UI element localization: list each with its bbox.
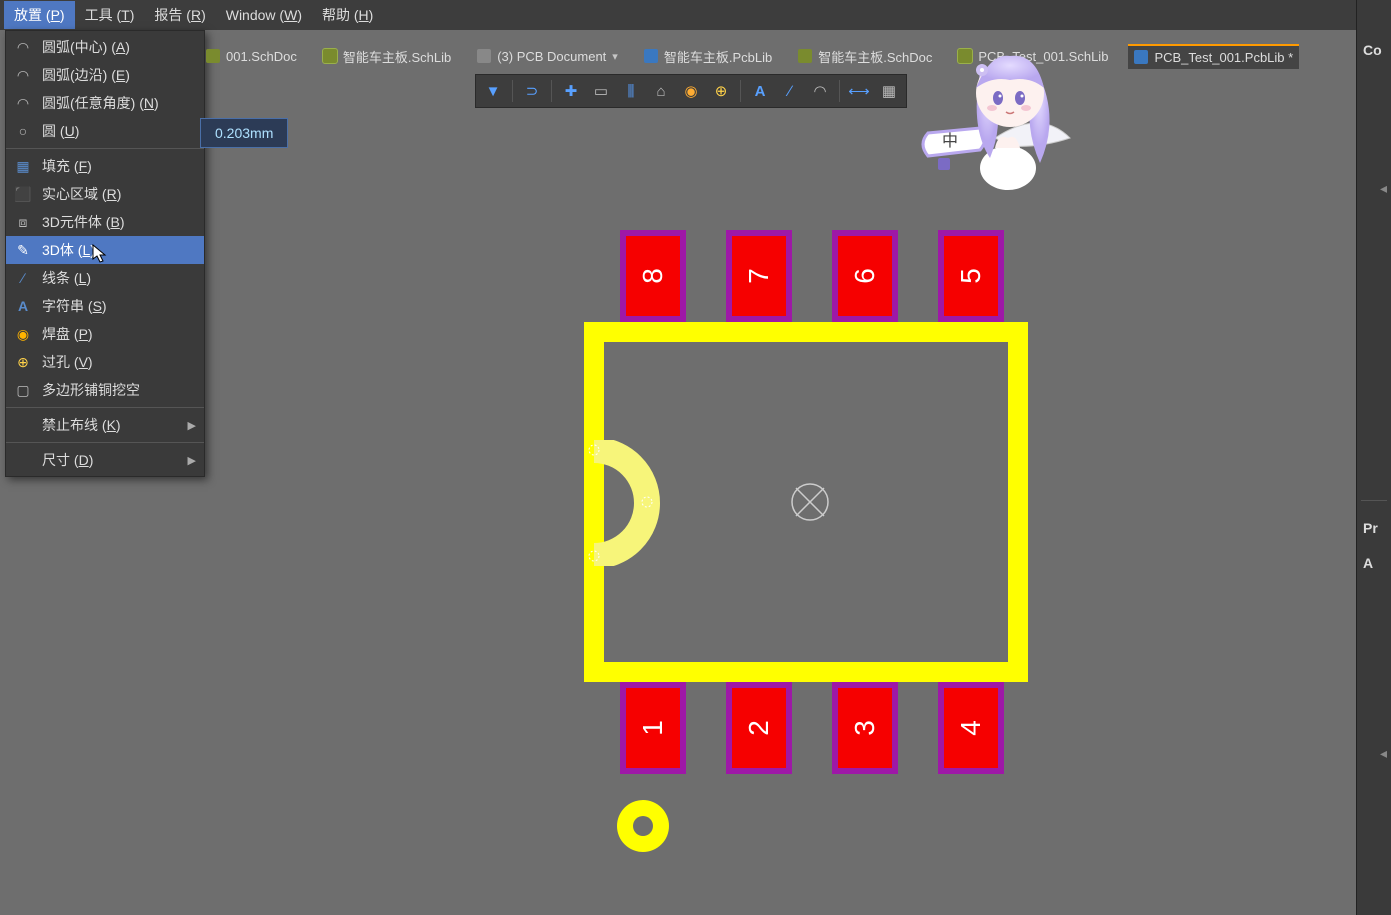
pad-8[interactable]: 8 (620, 230, 686, 322)
menu-bar: 放置 (P) 工具 (T) 报告 (R) Window (W) 帮助 (H) (0, 0, 1391, 30)
mascot-badge-text: 中 (942, 132, 958, 150)
pad-5[interactable]: 5 (938, 230, 1004, 322)
right-panel-collapsed[interactable]: Co ◂ Pr A ◂ (1356, 0, 1391, 915)
arc-icon: ◠ (14, 38, 32, 56)
collapse-arrow-icon[interactable]: ◂ (1380, 745, 1387, 762)
right-panel-title: Co (1363, 42, 1382, 58)
menu-help[interactable]: 帮助 (H) (312, 1, 383, 29)
menu-tools[interactable]: 工具 (T) (75, 1, 145, 29)
menu-place-label: 放置 (14, 7, 42, 23)
pad-3[interactable]: 3 (832, 682, 898, 774)
assistant-mascot[interactable]: 中 (920, 38, 1080, 198)
right-panel-properties: Pr (1363, 520, 1378, 536)
pin1-dot-marker (612, 795, 912, 857)
menu-place-key: P (51, 7, 60, 23)
menu-arc-center[interactable]: ◠ 圆弧(中心) (A) (6, 33, 204, 61)
mouse-cursor (92, 244, 108, 264)
origin-marker (788, 480, 832, 524)
pad-6[interactable]: 6 (832, 230, 898, 322)
right-panel-sub: A (1363, 555, 1373, 571)
pad-4[interactable]: 4 (938, 682, 1004, 774)
menu-place[interactable]: 放置 (P) (4, 1, 75, 29)
pin1-marker (584, 440, 668, 566)
pcb-canvas[interactable]: 8 7 6 5 1 2 3 4 (0, 60, 1346, 915)
menu-report[interactable]: 报告 (R) (144, 1, 215, 29)
menu-window[interactable]: Window (W) (216, 3, 312, 27)
pad-1[interactable]: 1 (620, 682, 686, 774)
collapse-arrow-icon[interactable]: ◂ (1380, 180, 1387, 197)
pad-7[interactable]: 7 (726, 230, 792, 322)
pad-2[interactable]: 2 (726, 682, 792, 774)
